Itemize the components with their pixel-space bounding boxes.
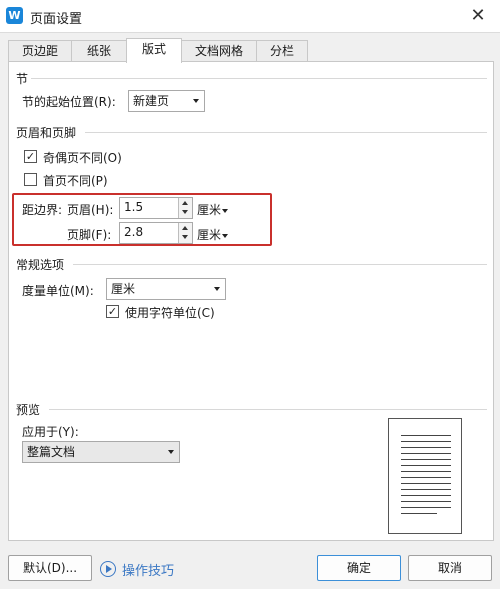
footer-distance-value: 2.8 xyxy=(124,225,144,239)
odd-even-label: 奇偶页不同(O) xyxy=(43,151,122,165)
chevron-down-icon xyxy=(222,233,229,238)
header-distance-stepper[interactable]: 1.5 xyxy=(119,197,193,219)
cancel-button[interactable]: 取消 xyxy=(408,555,492,581)
char-unit-checkbox[interactable]: ✓ xyxy=(106,305,119,318)
distance-label: 距边界: xyxy=(22,203,63,217)
apply-to-dropdown[interactable]: 整篇文档 xyxy=(22,441,180,463)
header-footer-heading: 页眉和页脚 xyxy=(16,126,77,140)
preview-line xyxy=(401,471,451,472)
spin-up-icon[interactable] xyxy=(182,226,188,230)
preview-line xyxy=(401,459,451,460)
section-start-dropdown[interactable]: 新建页 xyxy=(128,90,205,112)
section-heading: 节 xyxy=(16,72,29,86)
spin-up-icon[interactable] xyxy=(182,201,188,205)
ok-button[interactable]: 确定 xyxy=(317,555,401,581)
preview-line xyxy=(401,489,451,490)
tab-columns[interactable]: 分栏 xyxy=(256,40,308,62)
tab-strip: 页边距 纸张 版式 文档网格 分栏 xyxy=(8,38,494,63)
close-button[interactable]: ✕ xyxy=(466,4,490,28)
preview-line xyxy=(401,507,451,508)
wps-writer-icon: W xyxy=(6,7,23,24)
header-distance-value: 1.5 xyxy=(124,200,144,214)
tips-label: 操作技巧 xyxy=(122,564,175,579)
general-divider xyxy=(73,264,487,265)
footer-distance-stepper[interactable]: 2.8 xyxy=(119,222,193,244)
preview-line xyxy=(401,453,451,454)
header-footer-divider xyxy=(85,132,487,133)
header-stepper-buttons[interactable] xyxy=(178,198,192,218)
measure-unit-dropdown[interactable]: 厘米 xyxy=(106,278,226,300)
layout-panel: 节 节的起始位置(R): 新建页 页眉和页脚 ✓ 奇偶页不同(O) 首页不同(P… xyxy=(8,61,494,541)
preview-line xyxy=(401,483,451,484)
section-start-label: 节的起始位置(R): xyxy=(22,95,116,109)
footer-stepper-buttons[interactable] xyxy=(178,223,192,243)
apply-to-value: 整篇文档 xyxy=(27,445,76,459)
title-bar: W 页面设置 ✕ xyxy=(0,0,500,33)
odd-even-checkbox[interactable]: ✓ xyxy=(24,150,37,163)
check-icon: ✓ xyxy=(107,305,118,318)
preview-line xyxy=(401,441,451,442)
header-unit-label: 厘米 xyxy=(197,203,222,217)
measure-unit-label: 度量单位(M): xyxy=(22,284,94,298)
preview-line xyxy=(401,435,451,436)
measure-unit-value: 厘米 xyxy=(111,282,136,296)
tab-margins[interactable]: 页边距 xyxy=(8,40,72,62)
first-page-checkbox[interactable] xyxy=(24,173,37,186)
section-divider xyxy=(31,78,487,79)
preview-line xyxy=(401,501,451,502)
check-icon: ✓ xyxy=(25,150,36,163)
page-preview xyxy=(388,418,462,534)
spin-down-icon[interactable] xyxy=(182,210,188,214)
char-unit-label: 使用字符单位(C) xyxy=(125,306,215,320)
general-heading: 常规选项 xyxy=(16,258,65,272)
preview-line xyxy=(401,465,451,466)
chevron-down-icon xyxy=(193,99,199,103)
footer-unit-dropdown[interactable]: 厘米 xyxy=(197,226,229,243)
chevron-down-icon xyxy=(168,450,174,454)
tab-paper[interactable]: 纸张 xyxy=(71,40,127,62)
first-page-label: 首页不同(P) xyxy=(43,174,108,188)
header-unit-dropdown[interactable]: 厘米 xyxy=(197,201,229,218)
preview-line xyxy=(401,513,437,514)
spin-down-icon[interactable] xyxy=(182,235,188,239)
preview-line xyxy=(401,495,451,496)
dialog-title: 页面设置 xyxy=(30,12,83,27)
section-start-value: 新建页 xyxy=(133,94,170,108)
tab-layout[interactable]: 版式 xyxy=(126,38,182,63)
preview-line xyxy=(401,477,451,478)
chevron-down-icon xyxy=(222,208,229,213)
close-icon: ✕ xyxy=(470,5,486,26)
footer-distance-label: 页脚(F): xyxy=(67,228,112,242)
footer-unit-label: 厘米 xyxy=(197,228,222,242)
apply-to-label: 应用于(Y): xyxy=(22,425,79,439)
tab-document-grid[interactable]: 文档网格 xyxy=(181,40,257,62)
chevron-down-icon xyxy=(214,287,220,291)
header-distance-label: 页眉(H): xyxy=(67,203,114,217)
play-circle-icon xyxy=(100,561,116,577)
default-button[interactable]: 默认(D)... xyxy=(8,555,92,581)
preview-heading: 预览 xyxy=(16,403,41,417)
preview-divider xyxy=(49,409,487,410)
preview-line xyxy=(401,447,451,448)
